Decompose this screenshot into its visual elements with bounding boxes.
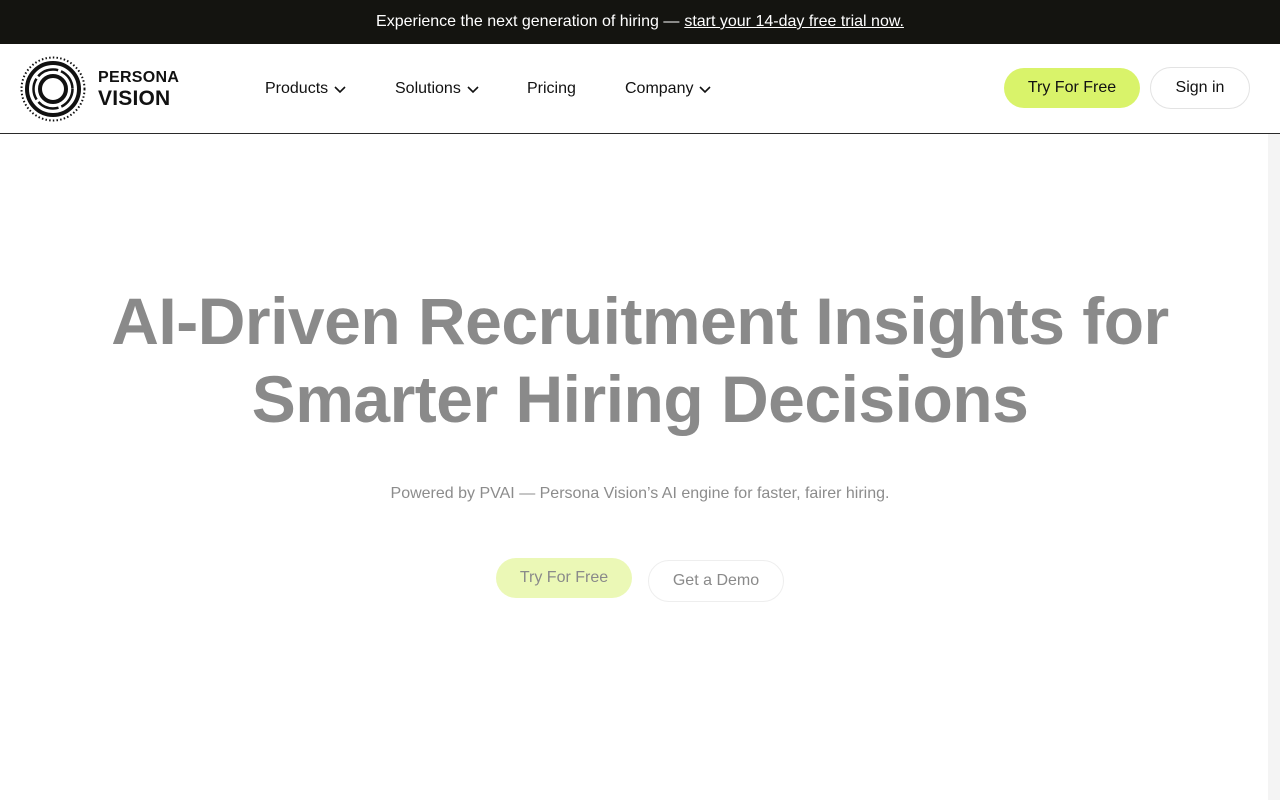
hero-title-line1: AI-Driven Recruitment Insights for xyxy=(111,284,1169,358)
hero-title: AI-Driven Recruitment Insights for Smart… xyxy=(0,282,1280,438)
nav-item-label: Company xyxy=(625,80,694,97)
nav-item-label: Products xyxy=(265,80,329,97)
chevron-down-icon xyxy=(467,86,479,94)
brand-logo[interactable]: PERSONA VISION xyxy=(20,56,179,122)
chevron-down-icon xyxy=(699,86,712,94)
navbar: PERSONA VISION Products Solutions Pricin… xyxy=(0,44,1280,134)
announcement-text: Experience the next generation of hiring… xyxy=(376,13,680,30)
hero-title-line2: Smarter Hiring Decisions xyxy=(251,362,1029,436)
sign-in-button[interactable]: Sign in xyxy=(1150,67,1250,109)
brand-name-line1: PERSONA xyxy=(98,68,180,86)
nav-item-solutions[interactable]: Solutions xyxy=(395,44,480,134)
announcement-bar: Experience the next generation of hiring… xyxy=(0,0,1280,44)
nav-item-products[interactable]: Products xyxy=(265,44,347,134)
hero-subtitle: Powered by PVAI — Persona Vision’s AI en… xyxy=(390,485,890,502)
chevron-down-icon xyxy=(334,86,346,94)
nav-item-label: Pricing xyxy=(527,80,576,97)
hero-try-for-free-button[interactable]: Try For Free xyxy=(496,558,632,598)
brand-name-line2: VISION xyxy=(98,86,171,110)
nav-item-pricing[interactable]: Pricing xyxy=(527,44,576,134)
brand-name: PERSONA VISION xyxy=(98,68,180,110)
try-for-free-button[interactable]: Try For Free xyxy=(1004,68,1140,108)
nav-item-company[interactable]: Company xyxy=(625,44,712,134)
nav-item-label: Solutions xyxy=(395,80,461,97)
get-a-demo-button[interactable]: Get a Demo xyxy=(648,560,784,602)
concentric-circles-logo-icon xyxy=(20,56,86,122)
free-trial-link[interactable]: start your 14-day free trial now. xyxy=(684,13,904,31)
scrollbar-track[interactable] xyxy=(1268,134,1280,800)
